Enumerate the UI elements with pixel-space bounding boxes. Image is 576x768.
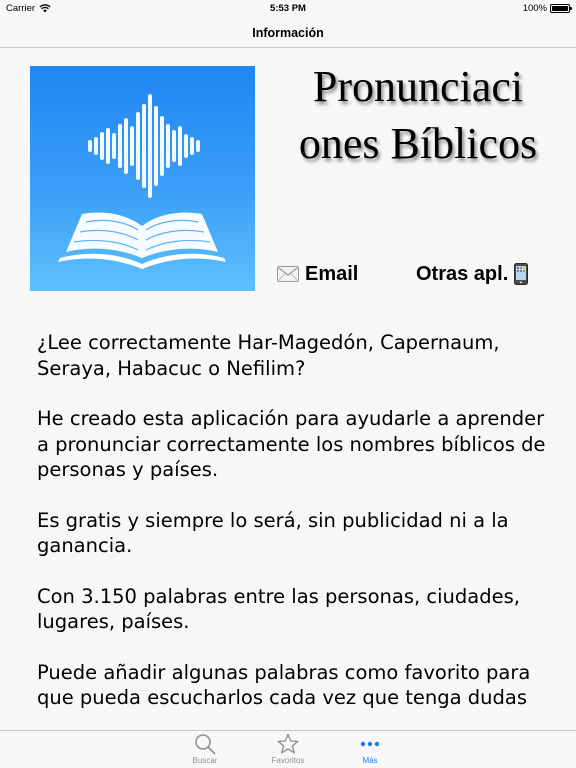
status-time: 5:53 PM — [270, 3, 306, 14]
battery-info: 100% — [522, 3, 572, 14]
battery-icon — [550, 4, 572, 13]
status-bar: Carrier 5:53 PM 100% — [0, 0, 576, 18]
description-paragraph: Con 3.150 palabras entre las personas, c… — [37, 584, 520, 634]
app-title-line-1: Pronunciaci — [312, 62, 524, 111]
tab-favorites-label: Favoritos — [271, 756, 305, 765]
star-icon — [277, 733, 299, 754]
phone-icon — [514, 263, 529, 285]
description-paragraph: He creado esta aplicación para ayudarle … — [37, 407, 546, 481]
email-button[interactable]: Email — [277, 258, 358, 290]
more-icon — [360, 741, 380, 747]
tab-more[interactable]: Más — [335, 733, 405, 767]
navigation-bar: Información — [0, 18, 576, 48]
tab-favorites[interactable]: Favoritos — [253, 733, 323, 767]
app-title: Pronunciaci ones Bíblicos — [268, 58, 568, 172]
description-paragraph: Es gratis y siempre lo será, sin publici… — [37, 508, 509, 558]
search-icon — [195, 734, 216, 755]
other-apps-button[interactable]: Otras apl. — [416, 258, 529, 290]
email-label: Email — [305, 262, 359, 285]
tab-more-label: Más — [362, 756, 378, 765]
tab-bar: Buscar Favoritos Más — [0, 730, 576, 768]
description-paragraph: ¿Lee correctamente Har-Magedón, Capernau… — [37, 331, 500, 380]
envelope-icon — [277, 266, 299, 282]
description-paragraph: Puede añadir algunas palabras como favor… — [37, 660, 531, 710]
page-title: Información — [252, 25, 324, 40]
battery-percent: 100% — [522, 3, 547, 14]
app-description: ¿Lee correctamente Har-Magedón, Capernau… — [37, 330, 547, 736]
app-title-line-2: ones Bíblicos — [298, 119, 538, 168]
tab-search-label: Buscar — [192, 756, 218, 765]
tab-search[interactable]: Buscar — [170, 733, 240, 767]
other-apps-label: Otras apl. — [416, 262, 509, 285]
book-waveform-icon — [30, 66, 255, 291]
